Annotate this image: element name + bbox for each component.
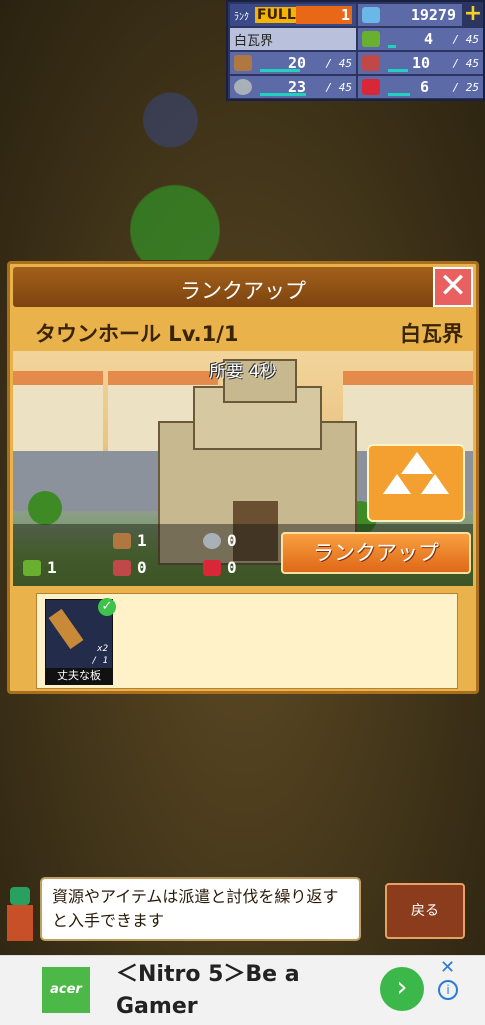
- resource-hud: ﾗﾝｸ FULL 1 19279 + 白瓦界 4 / 45 20 / 45 10…: [226, 0, 485, 101]
- item-name: 丈夫な板: [46, 668, 112, 684]
- grass-icon: [23, 559, 41, 576]
- ruby-icon: [203, 559, 221, 576]
- close-button[interactable]: ✕: [433, 267, 473, 307]
- stone-icon: [234, 79, 252, 95]
- facility-name: タウンホール Lv.1/1: [35, 322, 239, 346]
- required-item[interactable]: ✓ x2 / 1 丈夫な板: [45, 598, 116, 685]
- add-gems-button[interactable]: +: [463, 3, 483, 26]
- ad-info-icon[interactable]: i: [438, 980, 458, 1000]
- hud-resource-stone: 23 / 45: [230, 76, 356, 98]
- gem-count: 19279: [410, 6, 456, 24]
- hud-resource-grass: 4 / 45: [358, 28, 483, 50]
- building-preview: 所要 4秒 1 1 0 0 0 ランクアップ: [13, 351, 473, 586]
- chevron-right-icon: ›: [396, 970, 408, 1003]
- close-icon: ✕: [438, 266, 468, 306]
- required-items-panel: ✓ x2 / 1 丈夫な板: [36, 593, 458, 689]
- back-button[interactable]: 戻る: [385, 883, 465, 939]
- ad-open-button[interactable]: ›: [380, 967, 424, 1011]
- stone-icon: [203, 532, 221, 549]
- plank-icon: [48, 608, 84, 650]
- cost-ruby: 0: [203, 558, 237, 577]
- food-icon: [113, 559, 131, 576]
- wood-icon: [113, 532, 131, 549]
- facility-info: タウンホール Lv.1/1 白瓦界: [13, 313, 473, 349]
- facility-region: 白瓦界: [400, 322, 463, 346]
- gem-cell: 19279: [358, 4, 462, 26]
- rank-label: ﾗﾝｸ: [234, 11, 249, 23]
- rank-value: 1: [340, 6, 350, 24]
- ad-headline: ＜Nitro 5＞Be a Gamer: [116, 962, 300, 1019]
- dialog-title-bar: ランクアップ: [13, 267, 473, 307]
- dialog-title: ランクアップ: [180, 279, 306, 303]
- npc-avatar: [3, 885, 37, 945]
- grass-icon: [362, 31, 380, 47]
- cost-grass: 1: [23, 558, 57, 577]
- region-name: 白瓦界: [234, 33, 274, 49]
- rank-full-badge: FULL: [255, 7, 298, 23]
- rank-cell: ﾗﾝｸ FULL 1: [230, 4, 356, 26]
- diamond-icon: [362, 7, 380, 23]
- background-character: [130, 60, 220, 260]
- cost-food: 0: [113, 558, 147, 577]
- hint-bubble: 資源やアイテムは派遣と討伐を繰り返すと入手できます: [40, 877, 361, 941]
- rank-up-button[interactable]: ランクアップ: [281, 532, 471, 574]
- check-icon: ✓: [98, 598, 116, 616]
- cost-wood: 1: [113, 531, 147, 550]
- region-cell: 白瓦界: [230, 28, 356, 50]
- ruby-icon: [362, 79, 380, 95]
- hud-resource-wood: 20 / 45: [230, 52, 356, 74]
- hud-resource-ruby: 6 / 25: [358, 76, 483, 98]
- hud-resource-food: 10 / 45: [358, 52, 483, 74]
- food-icon: [362, 55, 380, 71]
- acer-logo: acer: [42, 967, 90, 1013]
- rank-up-arrows-icon[interactable]: [367, 444, 465, 522]
- time-required: 所要 4秒: [209, 362, 277, 382]
- ad-close-icon[interactable]: ✕: [440, 957, 455, 978]
- rank-up-dialog: ランクアップ ✕ タウンホール Lv.1/1 白瓦界 所要 4秒 1 1 0 0…: [7, 261, 479, 694]
- cost-stone: 0: [203, 531, 237, 550]
- wood-icon: [234, 55, 252, 71]
